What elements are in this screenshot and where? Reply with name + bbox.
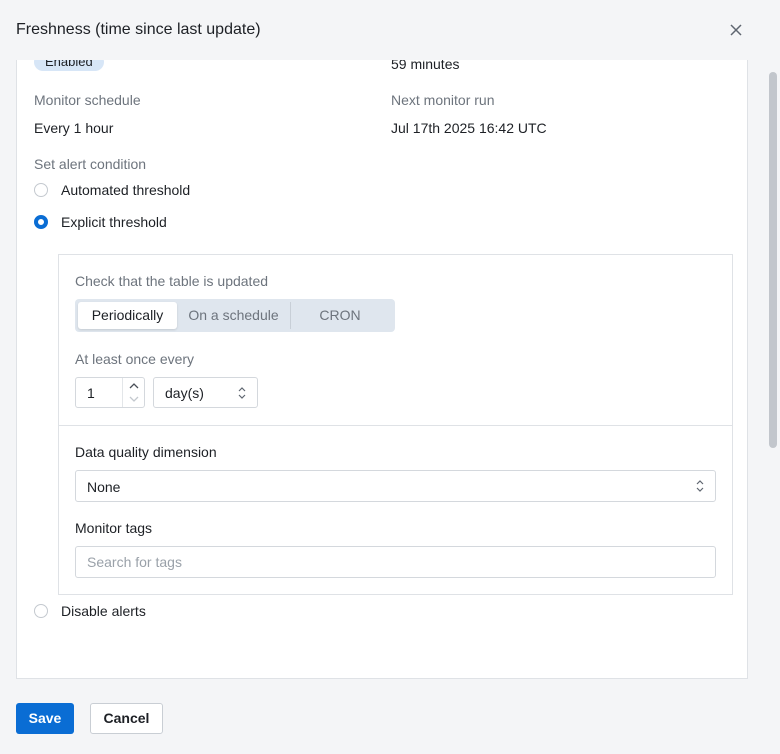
- check-updated-label: Check that the table is updated: [75, 273, 269, 289]
- stepper-controls: [122, 378, 145, 407]
- explicit-threshold-settings: Check that the table is updated Periodic…: [58, 254, 733, 595]
- tab-cron[interactable]: CRON: [291, 302, 389, 329]
- interval-label: At least once every: [75, 351, 195, 367]
- monitor-schedule-value: Every 1 hour: [34, 120, 114, 136]
- radio-disable-alerts[interactable]: Disable alerts: [34, 603, 146, 619]
- radio-label: Explicit threshold: [61, 214, 167, 230]
- select-arrows-icon: [238, 387, 246, 399]
- dialog-title: Freshness (time since last update): [16, 21, 261, 38]
- radio-button-checked[interactable]: [34, 215, 48, 229]
- radio-automated-threshold[interactable]: Automated threshold: [34, 182, 190, 198]
- dialog-footer: Save Cancel: [0, 680, 766, 754]
- dimension-select[interactable]: None: [75, 470, 716, 502]
- radio-label: Automated threshold: [61, 182, 191, 198]
- save-button[interactable]: Save: [16, 703, 74, 734]
- select-arrows-icon: [696, 480, 704, 492]
- next-run-value: Jul 17th 2025 16:42 UTC: [391, 120, 547, 136]
- status-badge: Enabled: [34, 60, 104, 71]
- radio-explicit-threshold[interactable]: Explicit threshold: [34, 214, 167, 230]
- section-divider: [59, 425, 732, 426]
- next-run-label: Next monitor run: [391, 92, 495, 108]
- chevron-up-icon[interactable]: [129, 382, 139, 389]
- scrollbar[interactable]: [766, 60, 780, 754]
- interval-unit-select[interactable]: day(s): [153, 377, 258, 408]
- scrollbar-thumb[interactable]: [769, 72, 777, 448]
- radio-label: Disable alerts: [61, 603, 146, 619]
- last-update-value: 59 minutes: [391, 60, 460, 72]
- tags-search-input[interactable]: [75, 546, 716, 578]
- dimension-value: None: [87, 479, 121, 495]
- dialog-header: Freshness (time since last update): [0, 0, 766, 60]
- close-icon: [730, 24, 742, 36]
- alert-condition-label: Set alert condition: [34, 156, 147, 172]
- chevron-down-icon[interactable]: [129, 396, 139, 403]
- radio-button[interactable]: [34, 604, 48, 618]
- schedule-type-segmented-control: Periodically On a schedule CRON: [75, 299, 395, 332]
- monitor-settings-panel: Enabled 59 minutes Monitor schedule Ever…: [16, 60, 748, 679]
- cancel-button[interactable]: Cancel: [90, 703, 163, 734]
- dimension-label: Data quality dimension: [75, 444, 217, 460]
- interval-unit-value: day(s): [165, 385, 204, 401]
- radio-button[interactable]: [34, 183, 48, 197]
- close-button[interactable]: [726, 20, 746, 40]
- interval-value: 1: [87, 385, 95, 401]
- dialog-body: Enabled 59 minutes Monitor schedule Ever…: [0, 60, 766, 680]
- tab-periodically[interactable]: Periodically: [78, 302, 177, 329]
- tab-on-a-schedule[interactable]: On a schedule: [177, 302, 290, 329]
- tags-label: Monitor tags: [75, 520, 153, 536]
- monitor-schedule-label: Monitor schedule: [34, 92, 141, 108]
- interval-stepper[interactable]: 1: [75, 377, 145, 408]
